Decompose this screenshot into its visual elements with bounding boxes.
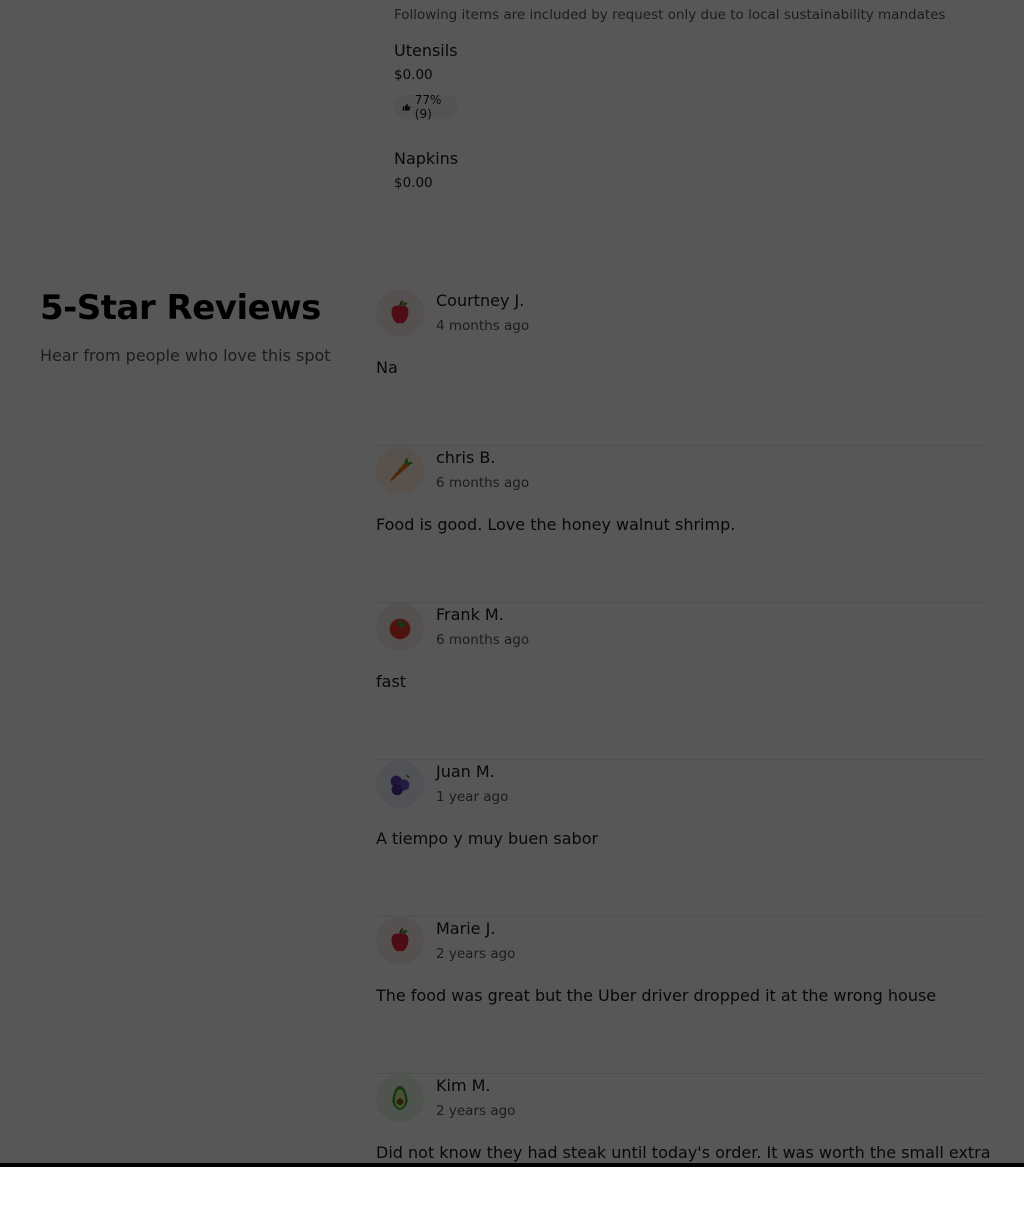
avatar xyxy=(376,446,424,494)
review-card: Frank M. 6 months ago fast xyxy=(376,603,984,760)
apple-icon xyxy=(391,928,409,952)
tomato-icon xyxy=(389,618,411,640)
apple-icon xyxy=(391,300,409,324)
item-name: Utensils xyxy=(394,41,458,60)
item-price: $0.00 xyxy=(394,175,433,191)
carrot-icon xyxy=(390,457,414,481)
review-card: chris B. 6 months ago Food is good. Love… xyxy=(376,446,984,603)
avatar xyxy=(376,603,424,651)
review-text: Did not know they had steak until today'… xyxy=(376,1143,991,1162)
thumbs-up-icon xyxy=(402,103,411,111)
store-page: Following items are included by request … xyxy=(0,0,1024,1167)
avatar xyxy=(376,289,424,337)
review-card: Courtney J. 4 months ago Na xyxy=(376,289,984,446)
reviews-subtitle: Hear from people who love this spot xyxy=(40,346,331,365)
bottom-edge-bar xyxy=(0,1163,1024,1167)
reviewer-name: chris B. xyxy=(436,448,496,467)
reviewer-name: Courtney J. xyxy=(436,291,525,310)
reviewer-name: Frank M. xyxy=(436,605,504,624)
reviews-title: 5-Star Reviews xyxy=(40,288,321,328)
review-date: 2 years ago xyxy=(436,1103,516,1119)
blueberries-icon xyxy=(390,774,411,796)
review-date: 2 years ago xyxy=(436,946,516,962)
review-date: 4 months ago xyxy=(436,318,530,334)
rating-badge: 77% (9) xyxy=(394,93,458,121)
review-text: Food is good. Love the honey walnut shri… xyxy=(376,515,736,534)
review-card: Marie J. 2 years ago The food was great … xyxy=(376,917,984,1074)
review-text: The food was great but the Uber driver d… xyxy=(376,986,937,1005)
review-text: Na xyxy=(376,358,398,377)
avatar xyxy=(376,917,424,965)
review-date: 1 year ago xyxy=(436,789,509,805)
reviewer-name: Juan M. xyxy=(436,762,495,781)
review-text: fast xyxy=(376,672,407,691)
reviewer-name: Marie J. xyxy=(436,919,496,938)
reviewer-name: Kim M. xyxy=(436,1076,491,1095)
sustainability-note: Following items are included by request … xyxy=(394,7,946,23)
review-text: A tiempo y muy buen sabor xyxy=(376,829,599,848)
avatar xyxy=(376,1074,424,1122)
item-price: $0.00 xyxy=(394,67,433,83)
review-card: Kim M. 2 years ago Did not know they had… xyxy=(376,1074,991,1231)
menu-item-utensils[interactable]: Utensils $0.00 77% (9) xyxy=(394,41,458,121)
review-date: 6 months ago xyxy=(436,632,530,648)
review-card: Juan M. 1 year ago A tiempo y muy buen s… xyxy=(376,760,984,917)
avatar xyxy=(376,760,424,808)
rating-text: 77% (9) xyxy=(414,93,442,121)
avocado-icon xyxy=(392,1085,408,1111)
menu-item-napkins[interactable]: Napkins $0.00 xyxy=(394,149,458,191)
review-date: 6 months ago xyxy=(436,475,530,491)
item-name: Napkins xyxy=(394,149,459,168)
